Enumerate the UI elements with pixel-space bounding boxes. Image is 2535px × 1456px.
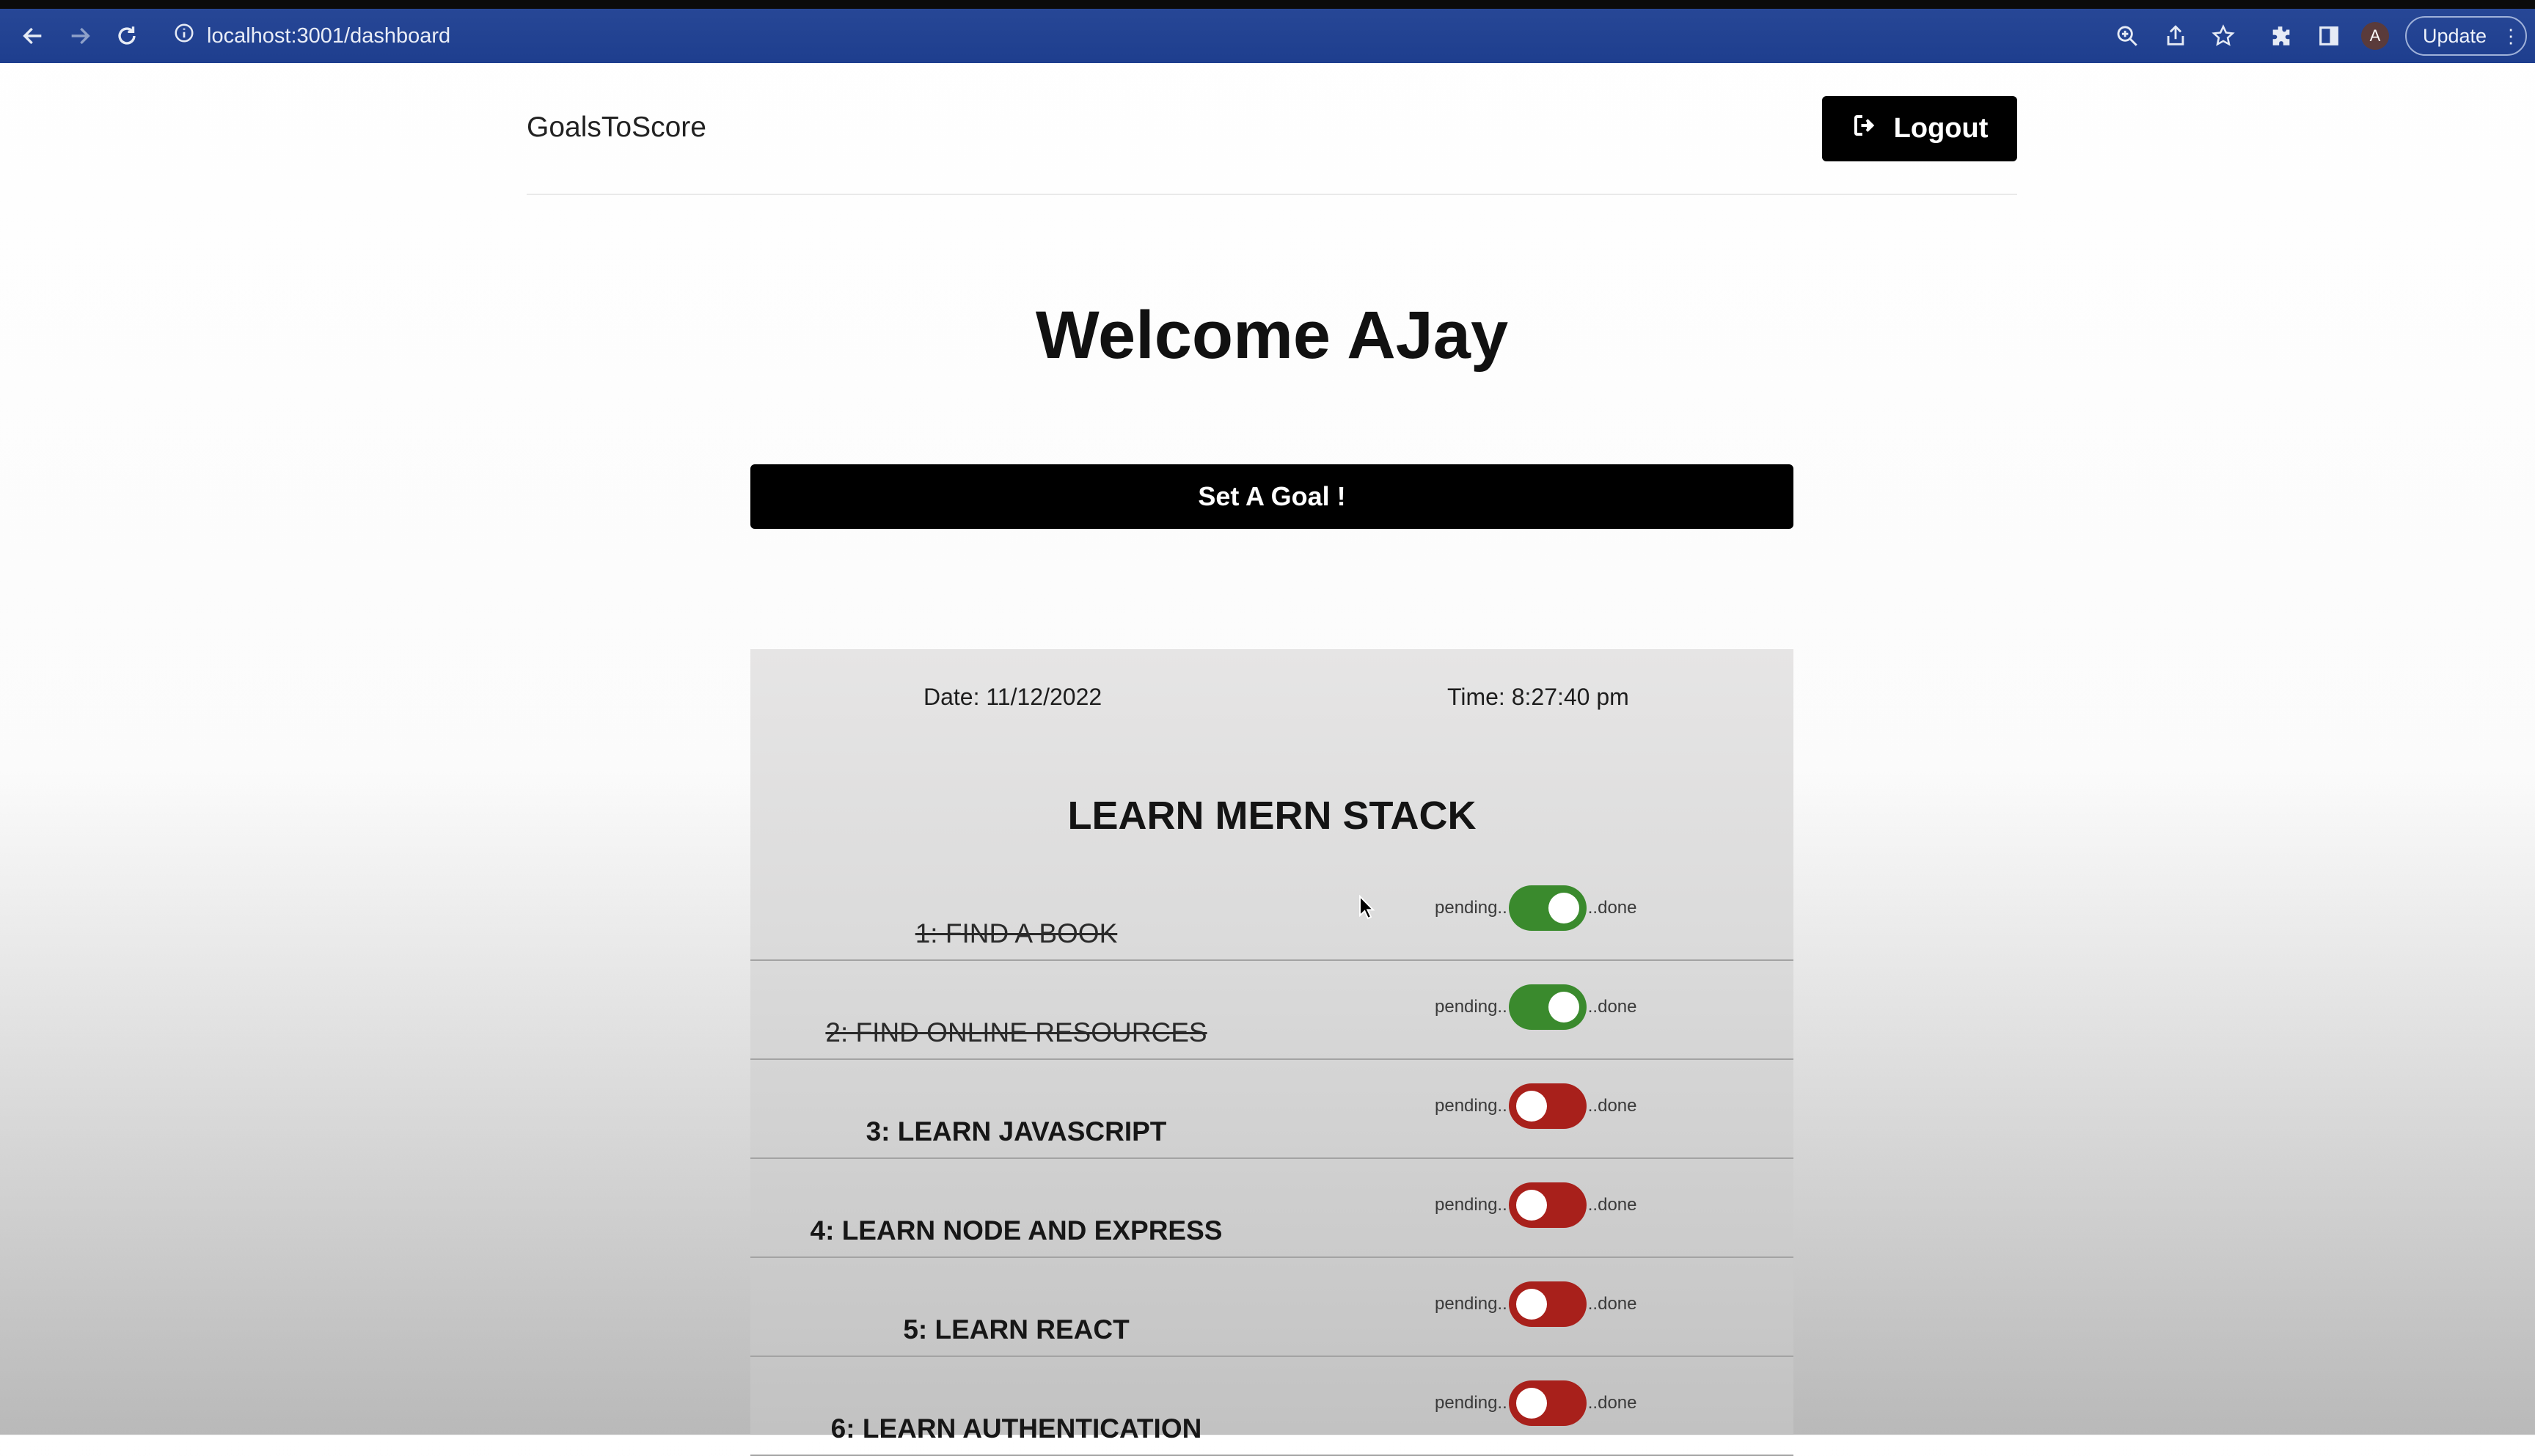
task-row: 5: LEARN REACT pending.. ..done [750, 1258, 1793, 1357]
goal-time: Time: 8:27:40 pm [1447, 684, 1629, 710]
task-toggle[interactable] [1508, 1380, 1587, 1426]
brand-logo[interactable]: GoalsToScore [527, 111, 706, 144]
goal-date: Date: 11/12/2022 [923, 684, 1102, 710]
url-text: localhost:3001/dashboard [207, 23, 451, 48]
done-label: ..done [1587, 1294, 1637, 1314]
logout-icon [1851, 112, 1878, 146]
task-label: 1: FIND A BOOK [915, 918, 1118, 948]
done-label: ..done [1587, 1195, 1637, 1215]
page-title: Welcome AJay [1035, 298, 1509, 373]
zoom-icon[interactable] [2112, 9, 2142, 63]
task-label: 3: LEARN JAVASCRIPT [866, 1116, 1167, 1146]
kebab-menu-icon[interactable]: ⋮ [2501, 25, 2520, 48]
task-toggle[interactable] [1508, 984, 1587, 1030]
pending-label: pending.. [1435, 1393, 1507, 1413]
back-icon[interactable] [16, 9, 50, 63]
share-icon[interactable] [2161, 9, 2190, 63]
task-toggle[interactable] [1508, 1281, 1587, 1327]
task-label: 4: LEARN NODE AND EXPRESS [810, 1215, 1223, 1245]
logout-label: Logout [1893, 113, 1989, 144]
pending-label: pending.. [1435, 1096, 1507, 1116]
task-row: 4: LEARN NODE AND EXPRESS pending.. ..done [750, 1159, 1793, 1258]
task-row: 2: FIND ONLINE RESOURCES pending.. ..done [750, 961, 1793, 1060]
pending-label: pending.. [1435, 1195, 1507, 1215]
task-status-switch: pending.. ..done [1435, 885, 1637, 931]
done-label: ..done [1587, 1096, 1637, 1116]
info-icon[interactable] [173, 22, 195, 50]
mouse-cursor-icon [1359, 895, 1375, 920]
update-label: Update [2423, 24, 2487, 47]
logout-button[interactable]: Logout [1822, 96, 2017, 161]
toggle-knob [1515, 1190, 1547, 1221]
extensions-icon[interactable] [2267, 9, 2296, 63]
task-label: 5: LEARN REACT [903, 1314, 1130, 1345]
toggle-knob [1515, 1091, 1547, 1122]
task-label: 6: LEARN AUTHENTICATION [830, 1413, 1202, 1444]
pending-label: pending.. [1435, 997, 1507, 1017]
done-label: ..done [1587, 997, 1637, 1017]
set-goal-button[interactable]: Set A Goal ! [750, 464, 1793, 529]
done-label: ..done [1587, 1393, 1637, 1413]
sidepanel-icon[interactable] [2314, 9, 2344, 63]
goal-card: Date: 11/12/2022 Time: 8:27:40 pm LEARN … [750, 649, 1793, 1456]
task-status-switch: pending.. ..done [1435, 1083, 1637, 1129]
task-status-switch: pending.. ..done [1435, 1182, 1637, 1228]
reload-icon[interactable] [110, 9, 144, 63]
pending-label: pending.. [1435, 898, 1507, 918]
toggle-knob [1548, 992, 1579, 1023]
window-top-strip [0, 0, 2535, 9]
task-row: 6: LEARN AUTHENTICATION pending.. ..done [750, 1357, 1793, 1456]
address-bar[interactable]: localhost:3001/dashboard [173, 9, 450, 63]
update-button[interactable]: Update ⋮ [2405, 16, 2527, 56]
task-row: 3: LEARN JAVASCRIPT pending.. ..done [750, 1060, 1793, 1159]
task-toggle[interactable] [1508, 1182, 1587, 1228]
task-label: 2: FIND ONLINE RESOURCES [825, 1017, 1207, 1047]
forward-icon[interactable] [63, 9, 97, 63]
task-status-switch: pending.. ..done [1435, 1281, 1637, 1327]
toggle-knob [1515, 1289, 1547, 1320]
task-toggle[interactable] [1508, 885, 1587, 931]
pending-label: pending.. [1435, 1294, 1507, 1314]
task-status-switch: pending.. ..done [1435, 984, 1637, 1030]
profile-avatar[interactable]: A [2361, 22, 2389, 50]
goal-title: LEARN MERN STACK [1067, 794, 1477, 838]
task-row: 1: FIND A BOOK pending.. ..done [750, 862, 1793, 961]
task-toggle[interactable] [1508, 1083, 1587, 1129]
toggle-knob [1515, 1388, 1547, 1419]
done-label: ..done [1587, 898, 1637, 918]
header-divider [527, 194, 2017, 195]
toggle-knob [1548, 893, 1579, 923]
task-status-switch: pending.. ..done [1435, 1380, 1637, 1426]
browser-toolbar: localhost:3001/dashboard A Update ⋮ [0, 9, 2535, 63]
star-icon[interactable] [2209, 9, 2238, 63]
